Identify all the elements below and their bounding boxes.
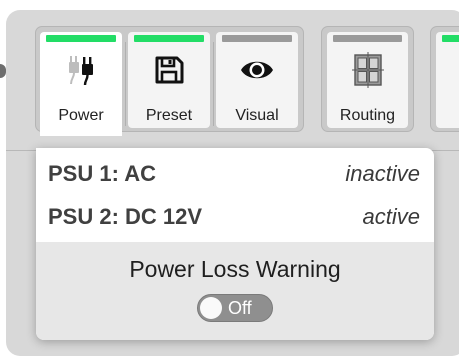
power-loss-warning-section: Power Loss Warning Off bbox=[36, 242, 434, 340]
toggle-label: Off bbox=[228, 298, 252, 318]
clipped-toolbar-button[interactable] bbox=[436, 32, 459, 128]
clipped-status-indicator bbox=[442, 35, 459, 42]
power-button-label: Power bbox=[58, 107, 104, 124]
power-button[interactable]: Power bbox=[40, 32, 122, 136]
floppy-disk-icon bbox=[155, 56, 184, 84]
visual-button-label: Visual bbox=[235, 107, 279, 124]
routing-grid-icon bbox=[351, 52, 384, 88]
preset-button[interactable]: Preset bbox=[128, 32, 210, 128]
psu-row: PSU 2: DC 12V active bbox=[48, 204, 420, 234]
preset-button-label: Preset bbox=[145, 107, 193, 124]
psu-name: PSU 2: DC 12V bbox=[48, 204, 203, 229]
eye-icon bbox=[241, 61, 273, 79]
routing-status-indicator bbox=[333, 35, 402, 42]
psu-status: active bbox=[362, 204, 420, 229]
toolbar-separator bbox=[213, 42, 214, 126]
routing-button[interactable]: Routing bbox=[327, 32, 408, 128]
toggle-knob bbox=[200, 297, 222, 319]
power-status-indicator bbox=[46, 35, 116, 42]
psu-status: inactive bbox=[345, 161, 420, 186]
power-loss-warning-title: Power Loss Warning bbox=[129, 256, 341, 282]
plug-icon bbox=[69, 56, 93, 86]
preset-status-indicator bbox=[134, 35, 204, 42]
visual-button[interactable]: Visual bbox=[216, 32, 298, 128]
psu-name: PSU 1: AC bbox=[48, 161, 156, 186]
routing-button-label: Routing bbox=[339, 107, 396, 124]
toolbar-separator bbox=[125, 42, 126, 126]
power-loss-warning-toggle[interactable]: Off bbox=[197, 294, 273, 322]
visual-status-indicator bbox=[222, 35, 292, 42]
psu-row: PSU 1: AC inactive bbox=[48, 161, 420, 191]
power-popup: PSU 1: AC inactive PSU 2: DC 12V active … bbox=[36, 148, 434, 340]
